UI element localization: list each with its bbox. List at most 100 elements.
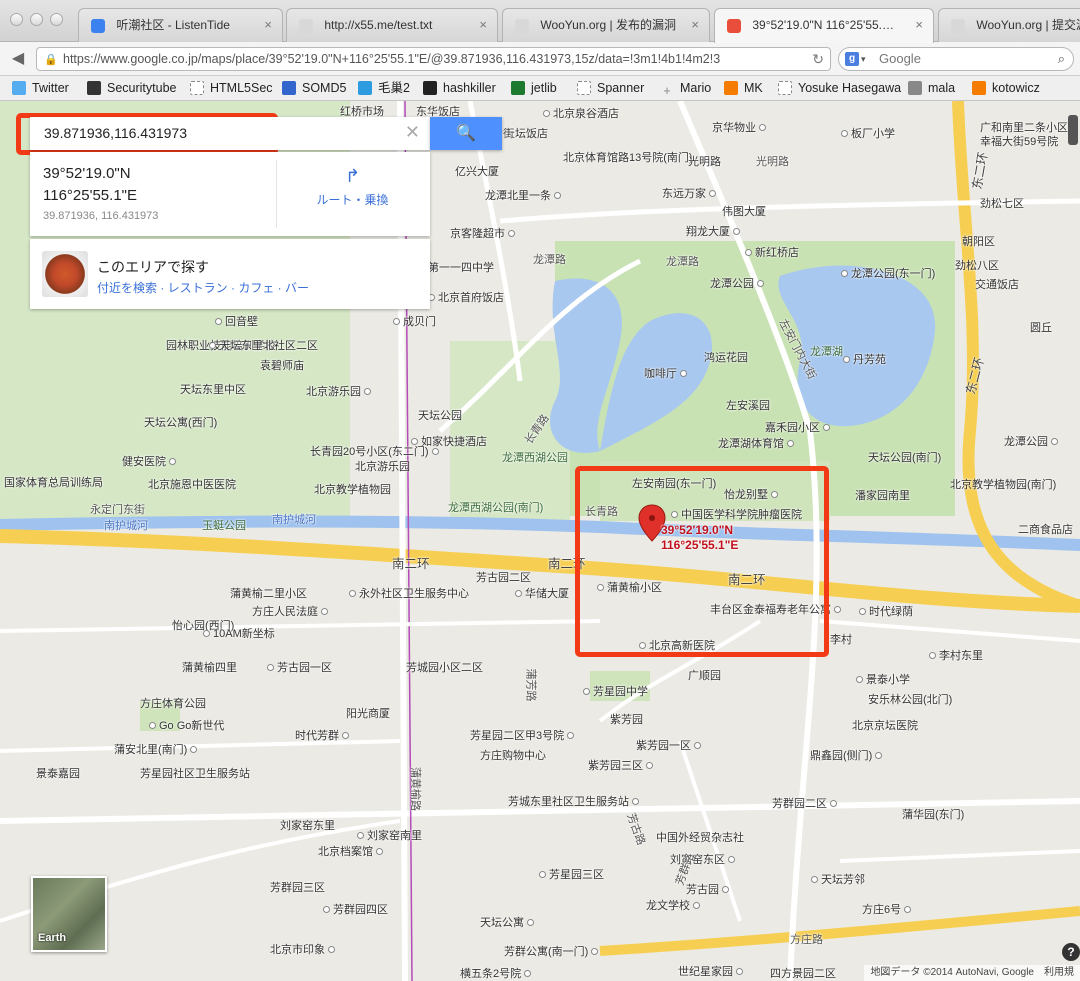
poi-label[interactable]: 横五条2号院 <box>460 965 534 981</box>
close-icon[interactable]: ✕ <box>405 122 420 143</box>
poi-label[interactable]: 板厂小学 <box>838 125 895 141</box>
poi-label[interactable]: 健安医院 <box>122 453 179 469</box>
poi-label[interactable]: 芳古园 <box>686 881 732 897</box>
bookmark-jetlib[interactable]: jetlib <box>511 76 557 100</box>
bookmark-twitter[interactable]: Twitter <box>12 76 69 100</box>
poi-label[interactable]: 北京教学植物园 <box>314 481 391 497</box>
bookmark-mk[interactable]: MK <box>724 76 763 100</box>
poi-label[interactable]: 紫芳园三区 <box>588 757 656 773</box>
tab-wooyun-bugs[interactable]: WooYun.org | 发布的漏洞 × <box>502 8 710 42</box>
poi-label[interactable]: 蒲黄榆四里 <box>182 659 237 675</box>
search-button[interactable]: 🔍 <box>430 117 502 150</box>
poi-label[interactable]: 景泰嘉园 <box>36 765 80 781</box>
poi-label[interactable]: 阳光商厦 <box>346 705 390 721</box>
poi-label[interactable]: 蒲黄榆二里小区 <box>230 585 307 601</box>
poi-label[interactable]: 四方景园二区 <box>770 965 836 981</box>
bookmark-hashkiller[interactable]: hashkiller <box>423 76 496 100</box>
poi-label[interactable]: 李村 <box>830 631 852 647</box>
explore-area-card[interactable]: このエリアで探す 付近を検索 · レストラン · カフェ · バー <box>30 239 430 309</box>
poi-label[interactable]: 成贝门 <box>390 313 436 329</box>
scrollbar[interactable] <box>1068 115 1078 145</box>
poi-label[interactable]: 袁碧师庙 <box>260 357 304 373</box>
poi-label[interactable]: 圆丘 <box>1030 319 1052 335</box>
poi-label[interactable]: 丹芳苑 <box>840 351 886 367</box>
poi-label[interactable]: 龙潭公园(东一门) <box>838 265 935 281</box>
poi-label[interactable]: 北京体育馆路13号院(南门) <box>563 149 693 165</box>
bookmark-spanner[interactable]: Spanner <box>577 76 644 100</box>
poi-label[interactable]: 北京游乐园 <box>355 458 410 474</box>
poi-label[interactable]: 芳古园二区 <box>476 569 531 585</box>
reload-icon[interactable]: ↻ <box>812 48 824 70</box>
poi-label[interactable]: 蒲安北里(南门) <box>114 741 200 757</box>
poi-label[interactable]: 天坛东里北社区二区 <box>206 337 318 353</box>
poi-label[interactable]: 芳群园三区 <box>270 879 325 895</box>
explore-links[interactable]: 付近を検索 · レストラン · カフェ · バー <box>97 279 309 296</box>
chevron-down-icon[interactable]: ▾ <box>861 48 866 70</box>
poi-label[interactable]: 北京泉谷酒店 <box>540 105 619 121</box>
back-arrow-icon[interactable]: ◀ <box>6 48 30 70</box>
poi-label[interactable]: 芳城东里社区卫生服务站 <box>508 793 642 809</box>
poi-label[interactable]: 方庄购物中心 <box>480 747 546 763</box>
poi-label[interactable]: 广顺园 <box>688 667 721 683</box>
poi-label[interactable]: 紫芳园 <box>610 711 643 727</box>
poi-label[interactable]: 天坛公园 <box>418 407 462 423</box>
poi-label[interactable]: 翔龙大厦 <box>686 223 743 239</box>
poi-label[interactable]: 芳群园二区 <box>772 795 840 811</box>
tab-google-maps[interactable]: 39°52'19.0"N 116°25'55.… × <box>714 8 934 43</box>
poi-label[interactable]: 东远万家 <box>662 185 719 201</box>
poi-label[interactable]: 光明路 <box>688 153 721 169</box>
poi-label[interactable]: Go Go新世代 <box>146 717 224 733</box>
poi-label[interactable]: 劲松七区 <box>980 195 1024 211</box>
poi-label[interactable]: 第一一四中学 <box>428 259 494 275</box>
poi-label[interactable]: 龙潭北里一条 <box>485 187 564 203</box>
poi-label[interactable]: 咖啡厅 <box>644 365 690 381</box>
pin-label[interactable]: 39°52'19.0"N 116°25'55.1"E <box>661 523 738 553</box>
tab-close-icon[interactable]: × <box>479 9 487 41</box>
poi-label[interactable]: 刘家窑东里 <box>280 817 335 833</box>
poi-label[interactable]: 龙文学校 <box>646 897 703 913</box>
bookmark-yosuke-hasegawa[interactable]: Yosuke Hasegawa <box>778 76 901 100</box>
poi-label[interactable]: 天坛公寓 <box>480 914 537 930</box>
maps-search-box[interactable]: 39.871936,116.431973 ✕ <box>30 117 430 150</box>
poi-label[interactable]: 京客隆超市 <box>450 225 518 241</box>
poi-label[interactable]: 芳群公寓(南一门) <box>504 943 601 959</box>
poi-label[interactable]: 紫芳园一区 <box>636 737 704 753</box>
bookmark-somd5[interactable]: SOMD5 <box>282 76 346 100</box>
poi-label[interactable]: 长青园20号小区(东二门) <box>310 443 442 459</box>
poi-label[interactable]: 北京教学植物园(南门) <box>950 476 1056 492</box>
poi-label[interactable]: 刘家窑南里 <box>354 827 422 843</box>
poi-label[interactable]: 左安溪园 <box>726 397 770 413</box>
tab-listentide[interactable]: 听潮社区 - ListenTide × <box>78 8 283 42</box>
poi-label[interactable]: 北京档案馆 <box>318 843 386 859</box>
window-zoom-button[interactable] <box>50 13 63 26</box>
poi-label[interactable]: 劲松八区 <box>955 257 999 273</box>
tab-close-icon[interactable]: × <box>691 9 699 41</box>
poi-label[interactable]: 李村东里 <box>926 647 983 663</box>
tab-test-txt[interactable]: http://x55.me/test.txt × <box>286 8 498 42</box>
address-bar[interactable]: 🔒 https://www.google.co.jp/maps/place/39… <box>36 47 831 71</box>
poi-label[interactable]: 芳古园一区 <box>264 659 332 675</box>
coordinate-result-card[interactable]: 39°52'19.0"N 116°25'55.1"E 39.871936, 11… <box>30 152 430 236</box>
poi-label[interactable]: 天坛东里中区 <box>180 381 246 397</box>
poi-label[interactable]: 交通饭店 <box>975 276 1019 292</box>
poi-label[interactable]: 中国外经贸杂志社 <box>656 829 744 845</box>
poi-label[interactable]: 芳星园社区卫生服务站 <box>140 765 250 781</box>
poi-label[interactable]: 二商食品店 <box>1018 521 1073 537</box>
poi-label[interactable]: 天坛公寓(西门) <box>144 414 217 430</box>
poi-label[interactable]: 永外社区卫生服务中心 <box>346 585 469 601</box>
tab-close-icon[interactable]: × <box>915 9 923 41</box>
poi-label[interactable]: 鸿运花园 <box>704 349 748 365</box>
poi-label[interactable]: 北京市印象 <box>270 941 338 957</box>
poi-label[interactable]: 京华物业 <box>712 119 769 135</box>
poi-label[interactable]: 蒲华园(东门) <box>902 806 964 822</box>
poi-label[interactable]: 芳群园四区 <box>320 901 388 917</box>
poi-label[interactable]: 北京京坛医院 <box>852 717 918 733</box>
poi-label[interactable]: 芳星园中学 <box>580 683 648 699</box>
bookmark-mario[interactable]: + Mario <box>660 76 711 100</box>
browser-search-field[interactable]: g ▾ Google ⌕ <box>838 47 1074 71</box>
poi-label[interactable]: 时代芳群 <box>295 727 352 743</box>
poi-label[interactable]: 潘家园南里 <box>855 487 910 503</box>
poi-label[interactable]: 华储大厦 <box>512 585 569 601</box>
poi-label[interactable]: 方庄体育公园 <box>140 695 206 711</box>
poi-label[interactable]: 新红桥店 <box>742 244 799 260</box>
